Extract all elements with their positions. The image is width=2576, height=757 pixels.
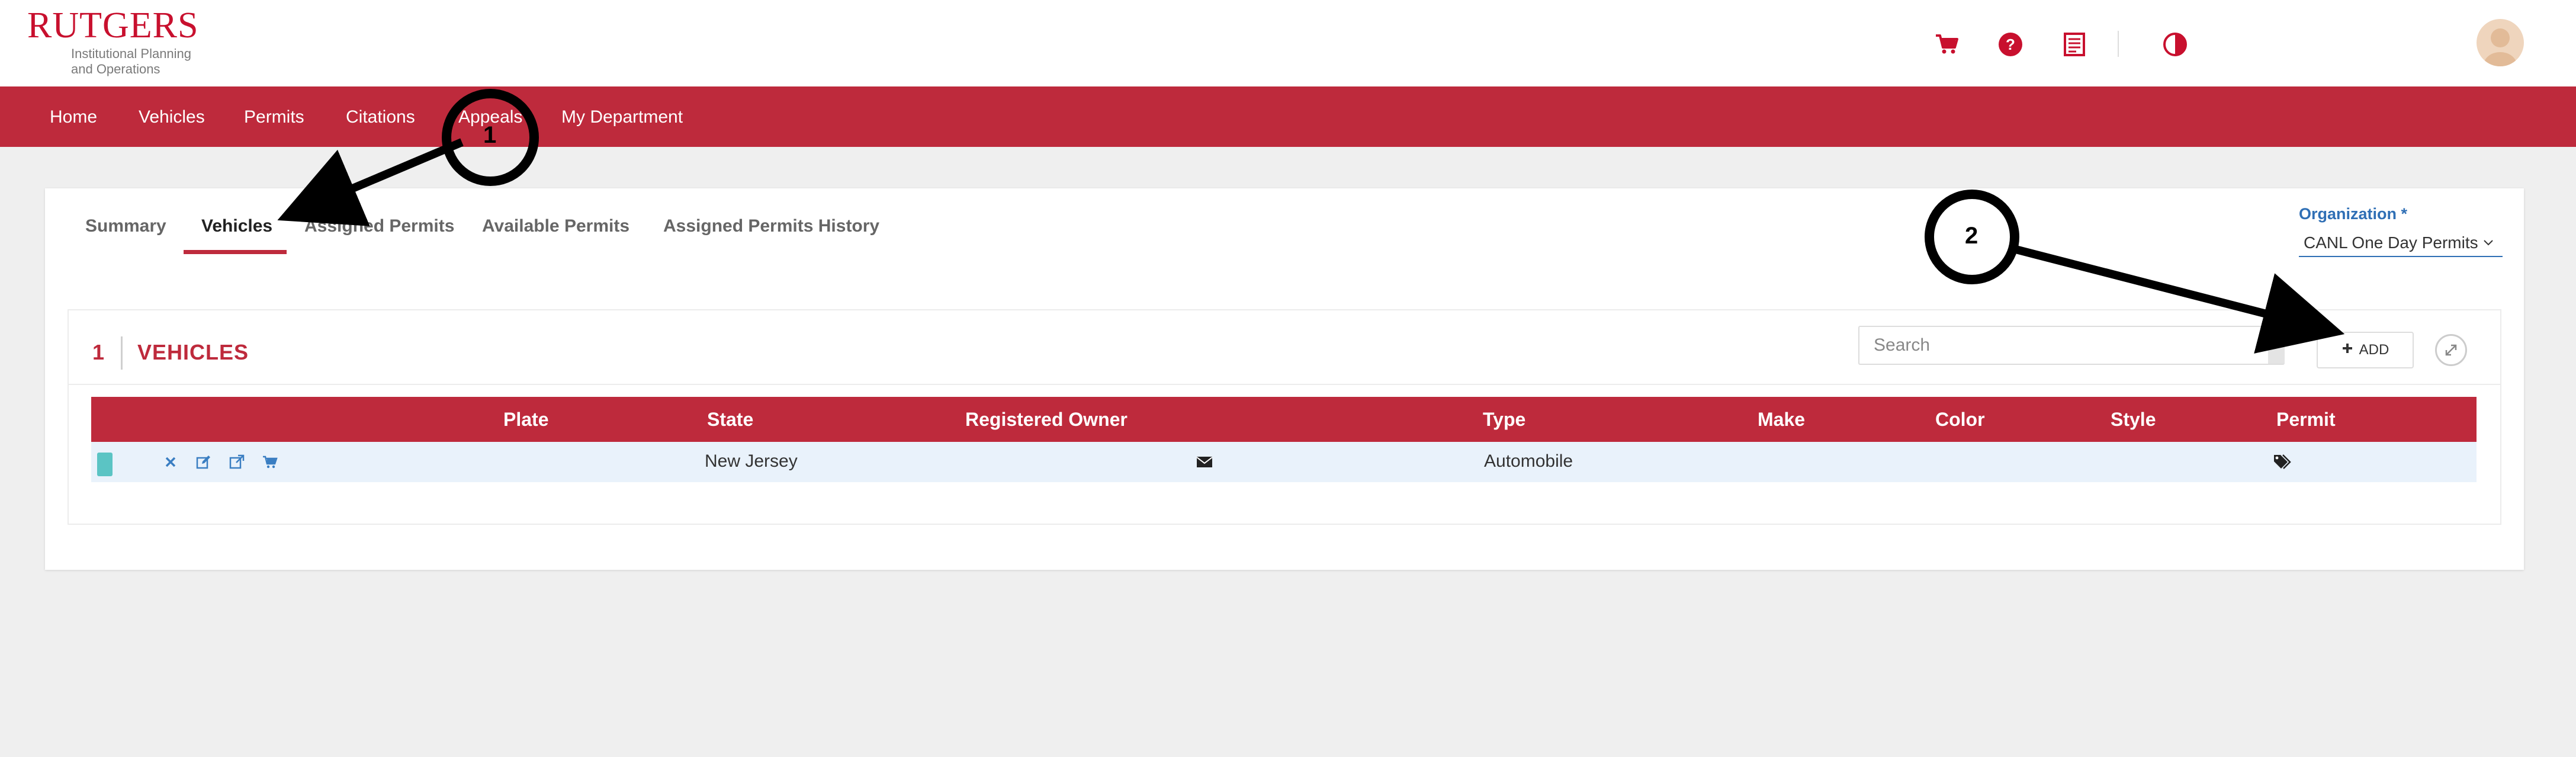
vehicle-count: 1 (92, 340, 105, 364)
col-style[interactable]: Style (2111, 409, 2156, 431)
contrast-icon[interactable] (2160, 30, 2190, 59)
external-link-icon[interactable] (227, 453, 246, 471)
user-avatar[interactable] (2477, 19, 2524, 66)
chevron-down-icon (2483, 238, 2494, 249)
annotation-label-1: 1 (483, 122, 497, 148)
plus-icon (2341, 342, 2353, 358)
add-vehicle-button[interactable]: ADD (2317, 332, 2414, 368)
expand-icon[interactable] (2435, 334, 2467, 366)
col-color[interactable]: Color (1935, 409, 1985, 431)
col-registered-owner[interactable]: Registered Owner (965, 409, 1128, 431)
cell-type: Automobile (1484, 451, 1573, 471)
content-card: Summary Vehicles Assigned Permits Availa… (45, 188, 2524, 570)
nav-vehicles[interactable]: Vehicles (139, 107, 205, 128)
help-icon[interactable]: ? (1996, 30, 2025, 59)
col-type[interactable]: Type (1483, 409, 1525, 431)
organization-label: Organization * (2299, 205, 2408, 223)
organization-value: CANL One Day Permits (2304, 233, 2478, 252)
logo-subtitle-line1: Institutional Planning (71, 46, 192, 61)
table-header: Plate State Registered Owner Type Make C… (91, 397, 2477, 442)
table-row[interactable]: New Jersey Automobile (91, 442, 2477, 482)
add-button-label: ADD (2359, 342, 2389, 358)
header-divider (2118, 31, 2119, 57)
cart-icon[interactable] (1932, 30, 1961, 59)
cell-state: New Jersey (705, 451, 798, 471)
top-header: RUTGERS Institutional Planning and Opera… (0, 0, 2576, 86)
logo-wordmark: RUTGERS (27, 5, 199, 46)
tags-icon[interactable] (2273, 453, 2292, 471)
nav-permits[interactable]: Permits (244, 107, 304, 128)
cart-icon[interactable] (261, 453, 280, 471)
rutgers-logo[interactable]: RUTGERS Institutional Planning and Opera… (27, 5, 205, 78)
search-input[interactable] (1859, 327, 2268, 364)
panel-header-divider (69, 384, 2500, 385)
receipt-icon[interactable] (2060, 30, 2089, 59)
organization-select[interactable]: CANL One Day Permits (2299, 230, 2503, 257)
vehicles-panel: 1 VEHICLES ADD Plate State Registered Ow… (68, 309, 2501, 525)
annotation-label-2: 2 (1965, 223, 1978, 249)
remove-icon[interactable] (161, 453, 180, 471)
search-button[interactable] (2268, 327, 2285, 364)
nav-citations[interactable]: Citations (346, 107, 415, 128)
tab-summary[interactable]: Summary (85, 216, 166, 237)
tab-assigned-permits-history[interactable]: Assigned Permits History (663, 216, 879, 237)
search-box (1858, 326, 2285, 365)
svg-text:?: ? (2006, 36, 2015, 53)
panel-title: VEHICLES (137, 340, 249, 364)
tab-vehicles[interactable]: Vehicles (201, 216, 272, 237)
nav-my-department[interactable]: My Department (561, 107, 683, 128)
edit-icon[interactable] (194, 453, 213, 471)
envelope-icon[interactable] (1195, 453, 1214, 471)
tab-available-permits[interactable]: Available Permits (482, 216, 629, 237)
nav-home[interactable]: Home (50, 107, 97, 128)
main-nav: Home Vehicles Permits Citations Appeals … (0, 86, 2576, 147)
col-make[interactable]: Make (1758, 409, 1805, 431)
logo-subtitle-line2: and Operations (71, 62, 160, 76)
count-divider (121, 336, 123, 370)
col-permit[interactable]: Permit (2276, 409, 2336, 431)
active-tab-indicator (184, 250, 287, 254)
col-state[interactable]: State (707, 409, 753, 431)
row-color-swatch (97, 453, 113, 476)
col-plate[interactable]: Plate (503, 409, 548, 431)
tab-assigned-permits[interactable]: Assigned Permits (304, 216, 454, 237)
